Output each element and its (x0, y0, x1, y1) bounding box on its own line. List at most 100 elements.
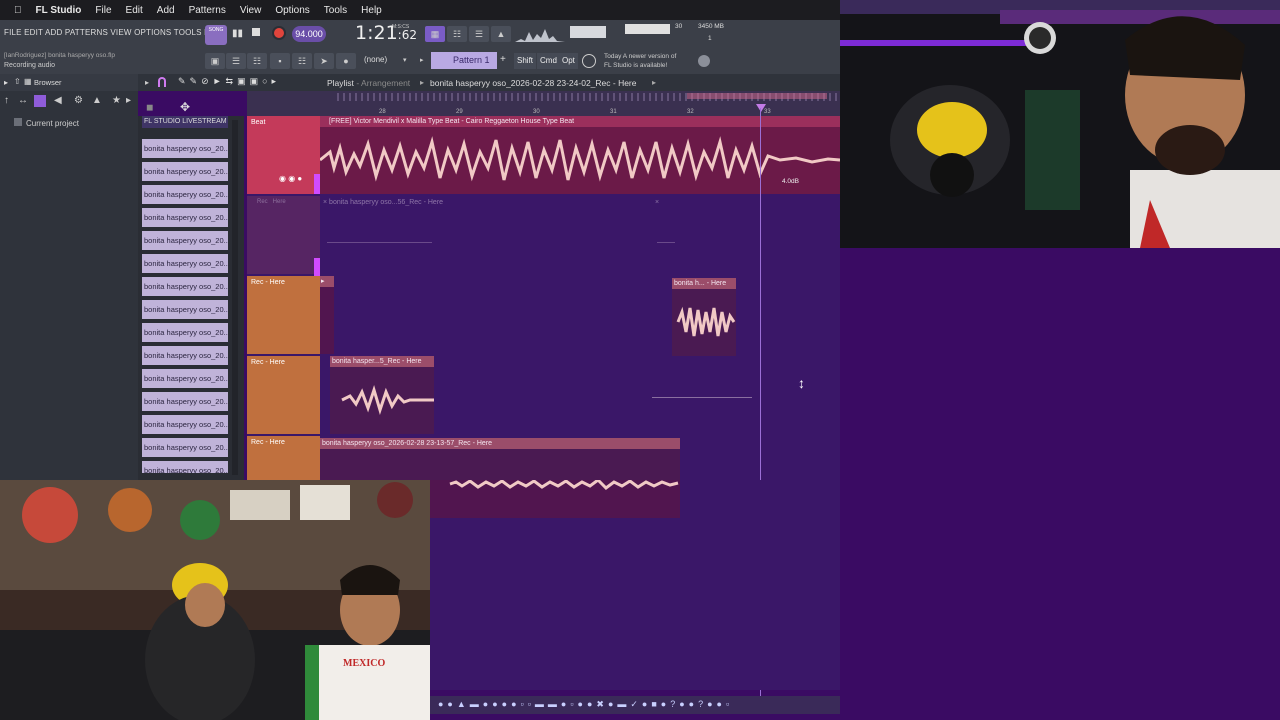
arrow-right-icon[interactable]: ▸ (420, 56, 424, 64)
list-icon[interactable]: ☰ (226, 53, 246, 69)
arrow-icon[interactable]: ▸ (4, 78, 8, 87)
song-position-clock[interactable]: 1:21:62 (355, 22, 417, 44)
channel-item[interactable]: bonita hasperyy oso_20... (142, 461, 228, 473)
ruler-29: 29 (456, 109, 463, 115)
news-panel[interactable]: Today A newer version of FL Studio is av… (604, 52, 676, 70)
star-icon[interactable]: ★ (112, 95, 121, 106)
tool-icons[interactable]: ✎✎⊘►⇆▣▣○▸ (178, 76, 280, 87)
fl-menu-bar[interactable]: FILE EDIT ADD PATTERNS VIEW OPTIONS TOOL… (4, 28, 226, 37)
channel-item[interactable]: bonita hasperyy oso_20... (142, 185, 228, 204)
shift-button[interactable]: Shift (514, 53, 537, 69)
clip-a[interactable]: bonita h... - Here (672, 278, 736, 356)
collapse-icon[interactable]: ↑ (4, 95, 9, 106)
menu-edit[interactable]: Edit (126, 5, 143, 16)
settings-icon[interactable]: ⚙ (74, 95, 83, 106)
move-icon[interactable]: ✥ (180, 100, 190, 114)
channel-item[interactable]: bonita hasperyy oso_20... (142, 323, 228, 342)
filter-icon[interactable] (34, 95, 46, 107)
chevron-down-icon[interactable]: ▾ (403, 56, 407, 64)
webcam-2: MEXICO (0, 480, 430, 720)
metronome-icon[interactable]: ▲ (491, 26, 511, 42)
cpu-meter (625, 24, 670, 34)
browser-item-current-project[interactable]: Current project (14, 118, 79, 128)
browser-panel (0, 74, 138, 480)
clip-edge-handle[interactable] (314, 258, 320, 276)
pattern-selector[interactable]: Pattern 1 (431, 52, 497, 69)
playlist-arrow-icon[interactable]: ▸ (145, 78, 149, 87)
bottom-toolbar: ●●▲▬●●●●▫▫▬▬●▫●●✖●▬✓●■●?●●?●●▫ (430, 696, 880, 714)
plugin-icon[interactable] (698, 55, 710, 67)
close-icon[interactable]: × (655, 199, 659, 206)
channel-item[interactable]: bonita hasperyy oso_20... (142, 277, 228, 296)
channel-item[interactable]: bonita hasperyy oso_20... (142, 231, 228, 250)
menu-view[interactable]: View (240, 5, 262, 16)
channel-item[interactable]: bonita hasperyy oso_20... (142, 300, 228, 319)
tempo-display[interactable]: 94.000 (292, 26, 326, 42)
stop-icon[interactable] (252, 28, 260, 36)
menu-help[interactable]: Help (361, 5, 382, 16)
snap-icon[interactable]: ▣ (205, 53, 225, 69)
arrow-right-icon[interactable]: ➤ (314, 53, 334, 69)
track-header-rec-2[interactable]: Rec - Here (247, 356, 320, 434)
right-icon[interactable]: ▸ (126, 95, 131, 106)
left-icon[interactable]: ◀ (54, 95, 62, 106)
cmd-button[interactable]: Cmd (537, 53, 560, 69)
channel-selector[interactable]: (none) (364, 55, 387, 64)
clip-c-continued[interactable] (430, 480, 680, 518)
menu-patterns[interactable]: Patterns (189, 5, 226, 16)
playhead-marker-icon[interactable] (756, 104, 766, 112)
track-label: Beat (251, 119, 266, 126)
microphone-icon[interactable]: ● (336, 53, 356, 69)
clip-edge-handle[interactable] (314, 174, 320, 194)
channel-header[interactable]: FL STUDIO LIVESTREAM T... (142, 116, 228, 128)
clip-beat-title: [FREE] Victor Mendivil x Malilla Type Be… (320, 116, 840, 127)
menu-tools[interactable]: Tools (324, 5, 347, 16)
expand-icon[interactable]: ↔ (18, 95, 28, 106)
menu-file[interactable]: File (95, 5, 111, 16)
step-seq-icon[interactable]: ☷ (447, 26, 467, 42)
news-icon[interactable] (582, 54, 596, 68)
playlist-lower-area[interactable] (430, 480, 840, 690)
track-header-rec-3[interactable]: Rec - Here (247, 436, 320, 480)
playlist-timeline[interactable] (247, 91, 840, 116)
arrow-up-icon[interactable]: ⇧ (14, 77, 21, 86)
mixer-icon[interactable]: ☷ (292, 53, 312, 69)
channel-item[interactable]: bonita hasperyy oso_20... (142, 139, 228, 158)
magnet-icon[interactable] (158, 77, 166, 87)
playlist-icon[interactable]: ☷ (247, 53, 267, 69)
clip-beat[interactable]: [FREE] Victor Mendivil x Malilla Type Be… (320, 116, 840, 194)
playlist-title-text: Playlist (327, 78, 354, 88)
plugin-icons[interactable]: ●●▲▬●●●●▫▫▬▬●▫●●✖●▬✓●■●?●●?●●▫ (438, 699, 733, 710)
pattern-icon[interactable]: ▪ (270, 53, 290, 69)
channel-item[interactable]: bonita hasperyy oso_20... (142, 438, 228, 457)
record-icon[interactable] (272, 26, 286, 40)
channel-item[interactable]: bonita hasperyy oso_20... (142, 162, 228, 181)
menu-add[interactable]: Add (157, 5, 175, 16)
menu-app-name[interactable]: FL Studio (36, 5, 82, 16)
mixer-icon[interactable]: ☰ (469, 26, 489, 42)
channel-item[interactable]: bonita hasperyy oso_20... (142, 346, 228, 365)
channel-item[interactable]: bonita hasperyy oso_20... (142, 369, 228, 388)
cloud-icon[interactable]: ▲ (92, 95, 102, 106)
song-mode-toggle[interactable]: SONG (205, 25, 227, 45)
mute-icon[interactable]: ◉ ◉ ● (279, 174, 302, 183)
play-icon[interactable]: ▮▮ (232, 28, 243, 39)
track-header-empty[interactable]: Rec Here (247, 196, 320, 274)
menu-options[interactable]: Options (275, 5, 309, 16)
channel-scrollbar[interactable] (232, 120, 238, 475)
clip-small[interactable]: ▸ (320, 276, 334, 354)
playlist-tracks[interactable]: Beat ◉ ◉ ● Rec Here Rec - Here Rec - Her… (247, 116, 840, 518)
clip-b[interactable]: bonita hasper...5_Rec - Here (330, 356, 434, 434)
channel-item[interactable]: bonita hasperyy oso_20... (142, 392, 228, 411)
piano-roll-icon[interactable]: ▦ (425, 26, 445, 42)
opt-button[interactable]: Opt (559, 53, 578, 69)
track-header-rec-1[interactable]: Rec - Here (247, 276, 320, 354)
channel-item[interactable]: bonita hasperyy oso_20... (142, 254, 228, 273)
apple-icon[interactable]:  (14, 5, 22, 16)
channel-item[interactable]: bonita hasperyy oso_20... (142, 208, 228, 227)
channel-item[interactable]: bonita hasperyy oso_20... (142, 415, 228, 434)
pin-icon[interactable]: ◼ (146, 102, 153, 113)
clip-ghost[interactable]: × bonita hasperyy oso...56_Rec - Here (323, 199, 443, 206)
plus-icon[interactable]: + (500, 54, 506, 65)
track-header-beat[interactable]: Beat ◉ ◉ ● (247, 116, 320, 194)
